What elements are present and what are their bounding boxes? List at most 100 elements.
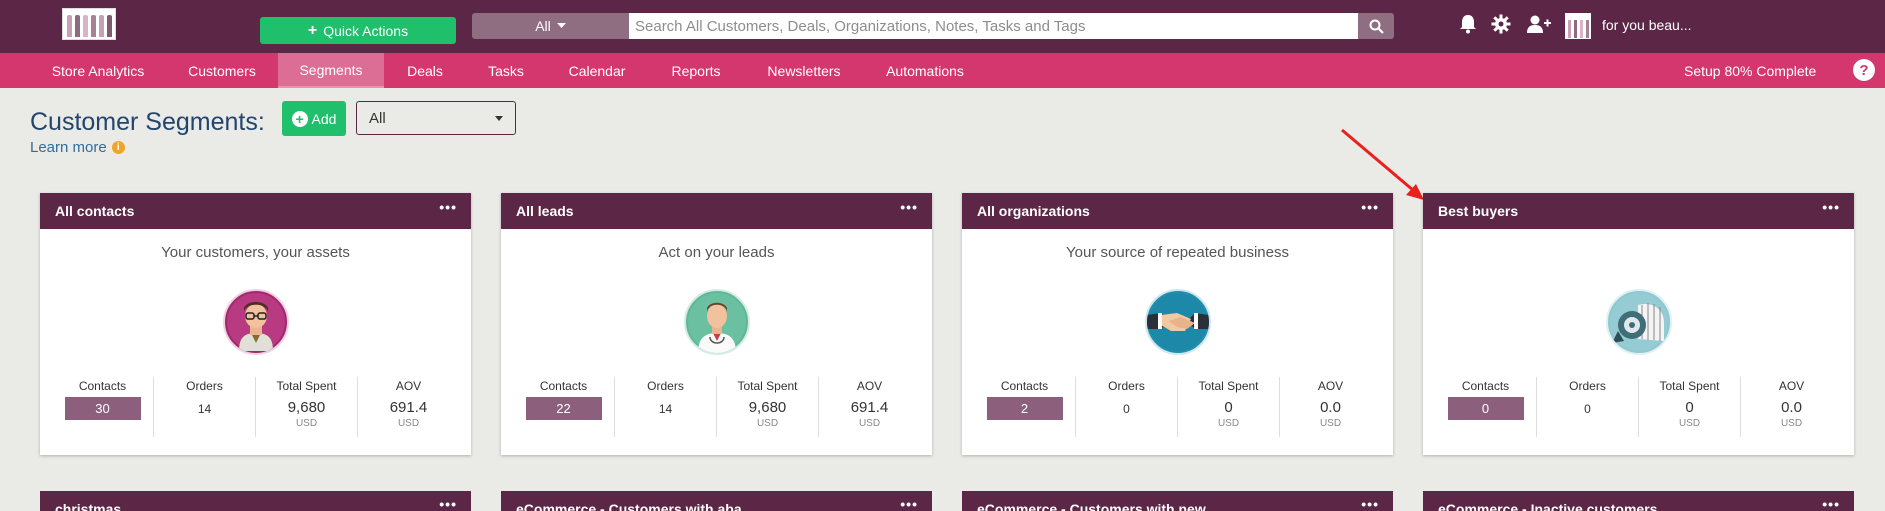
stat-value: 0 [1224,399,1233,416]
company-logo[interactable] [62,8,116,40]
more-options-icon[interactable]: ••• [439,497,457,511]
contacts-badge[interactable]: 2 [986,397,1063,420]
segment-card-all-leads[interactable]: All leads ••• Act on your leads Contacts… [501,193,932,455]
main-nav: Store Analytics Customers Segments Deals… [0,53,1885,88]
segment-card-ecommerce-abandoned[interactable]: eCommerce - Customers with aba... ••• [501,491,932,511]
nav-item-newsletters[interactable]: Newsletters [762,53,846,88]
plus-circle-icon: + [291,110,308,127]
stat-orders: Orders 14 [154,377,256,437]
card-title: eCommerce - Customers with aba... [516,501,754,511]
segment-card-ecommerce-inactive[interactable]: eCommerce - Inactive customers ••• [1423,491,1854,511]
card-header: christmas ••• [40,491,471,511]
stat-aov: AOV 691.4 USD [819,377,920,437]
nav-item-reports[interactable]: Reports [665,53,727,88]
stat-unit: USD [295,418,318,429]
card-header: eCommerce - Inactive customers ••• [1423,491,1854,511]
add-label: Add [311,110,337,127]
nav-item-tasks[interactable]: Tasks [480,53,532,88]
stat-unit: USD [756,418,779,429]
segment-card-christmas[interactable]: christmas ••• [40,491,471,511]
card-title: eCommerce - Inactive customers [1438,501,1658,511]
segment-card-all-organizations[interactable]: All organizations ••• Your source of rep… [962,193,1393,455]
card-subtitle [1423,244,1854,262]
stat-label: Orders [186,379,223,393]
contacts-badge[interactable]: 30 [64,397,141,420]
stat-orders: Orders 0 [1076,377,1178,437]
stat-value: 691.4 [389,399,428,416]
segment-card-best-buyers[interactable]: Best buyers ••• Contacts 0 Orders 0 Tota… [1423,193,1854,455]
nav-item-calendar[interactable]: Calendar [560,53,634,88]
global-search-input[interactable] [629,13,1358,39]
stat-value: 9,680 [287,399,326,416]
help-icon[interactable]: ? [1853,59,1875,81]
red-arrow-icon [1341,128,1424,200]
more-options-icon[interactable]: ••• [1361,200,1379,214]
page-title: Customer Segments: [30,108,265,136]
stat-label: AOV [1317,379,1344,393]
stat-total-spent: Total Spent 0 USD [1178,377,1280,437]
stat-total-spent: Total Spent 0 USD [1639,377,1741,437]
card-stats: Contacts 0 Orders 0 Total Spent 0 USD AO… [1423,377,1854,437]
contacts-badge[interactable]: 0 [1447,397,1524,420]
stat-label: Contacts [78,379,127,393]
nav-item-customers[interactable]: Customers [176,53,268,88]
more-options-icon[interactable]: ••• [900,497,918,511]
caret-down-icon [556,23,566,28]
stat-label: Contacts [1000,379,1049,393]
stat-label: Orders [647,379,684,393]
nav-item-segments[interactable]: Segments [278,53,384,88]
stat-label: Orders [1569,379,1606,393]
stat-label: AOV [395,379,422,393]
stat-value: 0 [1685,399,1694,416]
plus-icon: + [307,21,318,39]
quick-actions-label: Quick Actions [323,22,409,39]
gear-icon[interactable] [1489,12,1513,36]
more-options-icon[interactable]: ••• [1361,497,1379,511]
segment-filter-dropdown[interactable]: All [356,101,516,135]
stat-aov: AOV 691.4 USD [358,377,459,437]
nav-item-store-analytics[interactable]: Store Analytics [40,53,156,88]
stat-label: Total Spent [1198,379,1259,393]
stat-unit: USD [1217,418,1240,429]
stat-label: AOV [856,379,883,393]
stat-unit: USD [1780,418,1803,429]
setup-progress-link[interactable]: Setup 80% Complete [1684,53,1816,88]
segment-card-all-contacts[interactable]: All contacts ••• Your customers, your as… [40,193,471,455]
card-title: Best buyers [1438,203,1519,219]
stat-aov: AOV 0.0 USD [1741,377,1842,437]
stat-label: Orders [1108,379,1145,393]
person-glasses-icon [222,289,289,355]
stat-label: Total Spent [737,379,798,393]
segment-card-ecommerce-new[interactable]: eCommerce - Customers with new... ••• [962,491,1393,511]
tape-measure-icon [1605,289,1672,355]
more-options-icon[interactable]: ••• [1822,200,1840,214]
more-options-icon[interactable]: ••• [439,200,457,214]
more-options-icon[interactable]: ••• [900,200,918,214]
card-header: eCommerce - Customers with new... ••• [962,491,1393,511]
stat-unit: USD [1678,418,1701,429]
bell-icon[interactable] [1456,12,1480,36]
search-button[interactable] [1358,13,1394,39]
learn-more-link[interactable]: Learn more i [30,139,125,156]
user-avatar[interactable] [1565,13,1591,39]
stat-label: Total Spent [276,379,337,393]
nav-item-automations[interactable]: Automations [880,53,970,88]
stat-label: Contacts [539,379,588,393]
contacts-badge[interactable]: 22 [525,397,602,420]
search-scope-value: All [535,18,551,34]
stat-value: 9,680 [748,399,787,416]
quick-actions-button[interactable]: + Quick Actions [260,17,456,44]
add-segment-button[interactable]: + Add [282,101,346,136]
stat-unit: USD [1319,418,1342,429]
card-header: All contacts ••• [40,193,471,229]
card-header: eCommerce - Customers with aba... ••• [501,491,932,511]
more-options-icon[interactable]: ••• [1822,497,1840,511]
card-header: All leads ••• [501,193,932,229]
card-stats: Contacts 30 Orders 14 Total Spent 9,680 … [40,377,471,437]
stat-contacts: Contacts 30 [52,377,154,437]
add-user-icon[interactable] [1527,12,1551,36]
stat-value: 0 [1123,402,1130,416]
search-scope-dropdown[interactable]: All [472,13,629,39]
user-name[interactable]: for you beau... [1602,17,1692,33]
nav-item-deals[interactable]: Deals [400,53,450,88]
